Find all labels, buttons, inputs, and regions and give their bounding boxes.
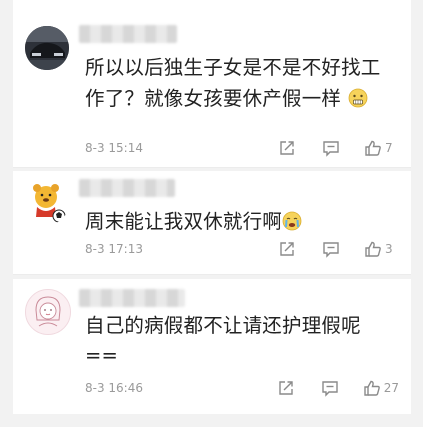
thumbs-up-icon[interactable] [364, 139, 382, 157]
comment-text: 所以以后独生子女是不是不好找工作了？就像女孩要休产假一样 [85, 52, 393, 117]
reply-comment-icon[interactable] [322, 240, 340, 258]
actions: 27 [277, 379, 399, 397]
comment-text: 自己的病假都不让请还护理假呢== [85, 314, 361, 367]
timestamp: 8-3 16:46 [85, 381, 143, 395]
reply-comment-icon[interactable] [322, 139, 340, 157]
username-blurred[interactable] [79, 289, 185, 307]
username-blurred[interactable] [79, 25, 177, 43]
share-icon[interactable] [278, 139, 296, 157]
actions: 3 [278, 240, 399, 258]
actions: 7 [278, 139, 399, 157]
comment-text: 周末能让我双休就行啊 [85, 206, 393, 240]
timestamp: 8-3 17:13 [85, 242, 143, 256]
comment-card: 周末能让我双休就行啊 8-3 17:13 3 [13, 171, 411, 275]
share-icon[interactable] [277, 379, 295, 397]
comment-footer: 8-3 15:14 7 [85, 137, 399, 159]
user-avatar[interactable] [25, 26, 69, 70]
thumbs-up-icon[interactable] [363, 379, 381, 397]
grimace-emoji-icon [348, 86, 368, 117]
divider [13, 167, 411, 168]
comment-footer: 8-3 16:46 27 [85, 377, 399, 399]
share-icon[interactable] [278, 240, 296, 258]
divider [13, 274, 411, 275]
like-count: 27 [383, 381, 399, 395]
reply-comment-icon[interactable] [321, 379, 339, 397]
user-avatar[interactable] [25, 289, 71, 335]
like-count: 7 [385, 141, 393, 155]
comment-card: 自己的病假都不让请还护理假呢== 8-3 16:46 27 [13, 279, 411, 414]
thumbs-up-icon[interactable] [364, 240, 382, 258]
like-count: 3 [385, 242, 393, 256]
comment-footer: 8-3 17:13 3 [85, 238, 399, 260]
crying-emoji-icon [282, 209, 302, 240]
timestamp: 8-3 15:14 [85, 141, 143, 155]
user-avatar[interactable] [25, 181, 69, 225]
comment-card: 所以以后独生子女是不是不好找工作了？就像女孩要休产假一样 8-3 15:14 7 [13, 0, 411, 168]
username-blurred[interactable] [79, 179, 175, 197]
